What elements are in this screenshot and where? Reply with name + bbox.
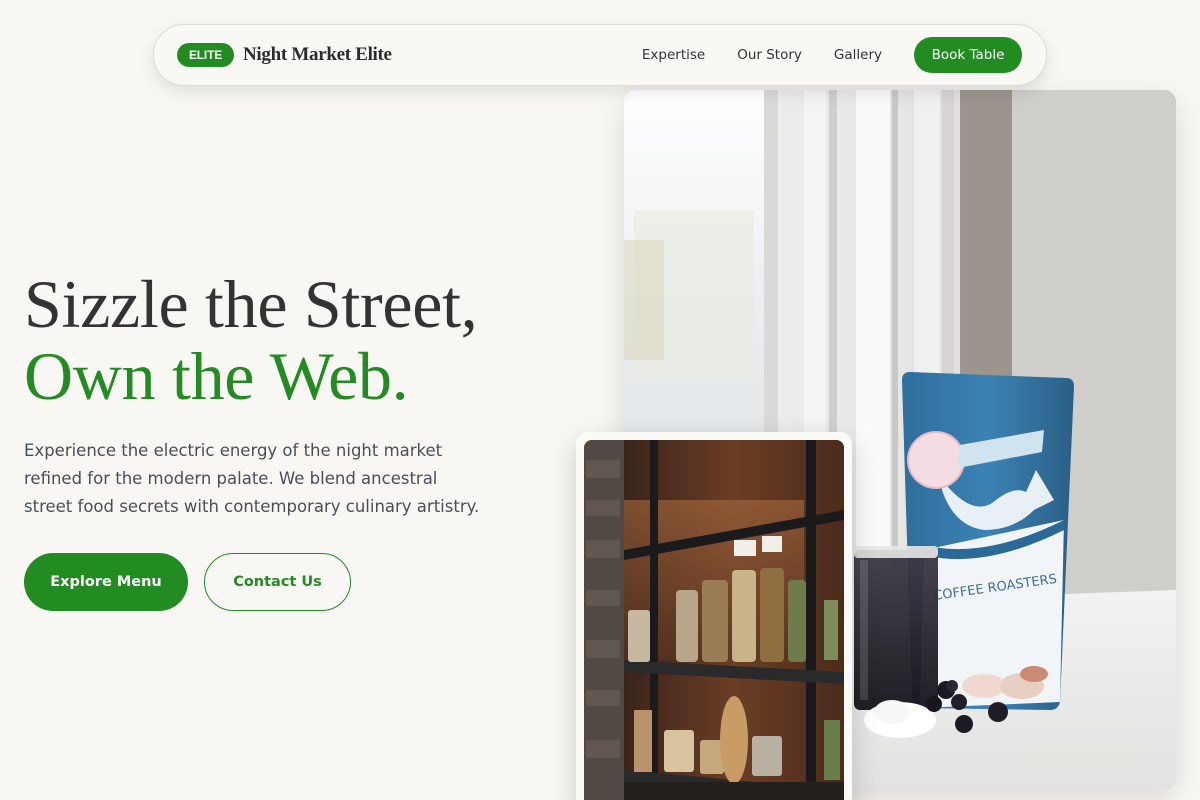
hero-image-pantry-frame xyxy=(576,432,852,800)
headline-line-1: Sizzle the Street, xyxy=(24,266,478,342)
nav-link-our-story[interactable]: Our Story xyxy=(737,47,802,63)
elite-badge: ELITE xyxy=(177,43,235,67)
hero-image-pantry xyxy=(584,440,844,800)
nav-link-gallery[interactable]: Gallery xyxy=(834,47,882,63)
book-table-button[interactable]: Book Table xyxy=(914,37,1022,73)
top-navbar: ELITE Night Market Elite Expertise Our S… xyxy=(153,24,1047,86)
headline-line-2: Own the Web. xyxy=(24,338,409,414)
nav-links: Expertise Our Story Gallery Book Table xyxy=(642,37,1022,73)
explore-menu-button[interactable]: Explore Menu xyxy=(24,553,188,611)
nav-link-expertise[interactable]: Expertise xyxy=(642,47,705,63)
hero-lead-text: Experience the electric energy of the ni… xyxy=(24,441,480,516)
brand-name: Night Market Elite xyxy=(243,44,392,65)
hero-headline: Sizzle the Street, Own the Web. xyxy=(24,266,478,414)
contact-us-button[interactable]: Contact Us xyxy=(204,553,351,611)
brand[interactable]: ELITE Night Market Elite xyxy=(177,43,392,67)
